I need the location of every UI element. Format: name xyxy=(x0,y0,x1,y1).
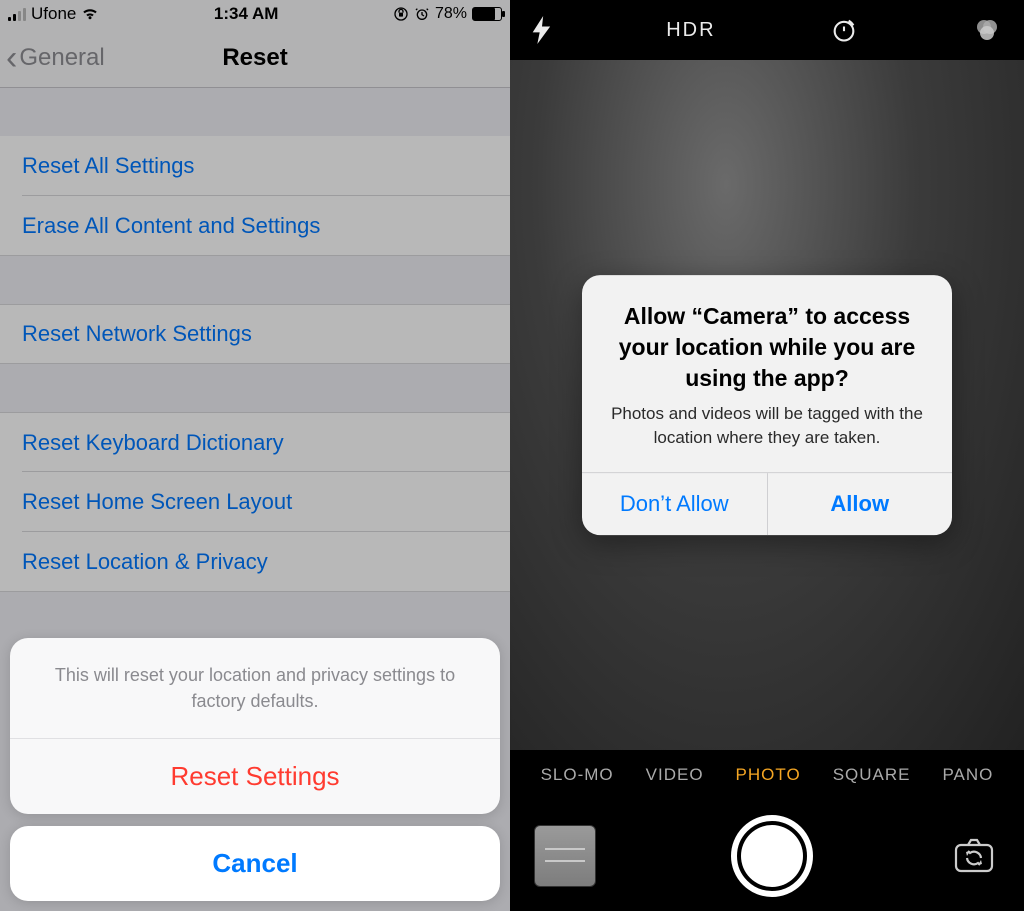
reset-settings-button[interactable]: Reset Settings xyxy=(10,739,500,814)
action-sheet-card: This will reset your location and privac… xyxy=(10,638,500,814)
timer-button[interactable] xyxy=(830,16,858,44)
allow-button[interactable]: Allow xyxy=(768,473,953,535)
signal-bars-icon xyxy=(8,7,26,21)
rotation-lock-icon xyxy=(393,6,409,22)
camera-pane: HDR Allow “Camera” to access your locati… xyxy=(510,0,1024,911)
mode-video[interactable]: VIDEO xyxy=(646,765,704,785)
camera-top-bar: HDR xyxy=(510,0,1024,60)
dont-allow-button[interactable]: Don’t Allow xyxy=(582,473,768,535)
camera-controls xyxy=(510,800,1024,911)
mode-slomo[interactable]: SLO-MO xyxy=(541,765,614,785)
status-time: 1:34 AM xyxy=(214,4,279,24)
camera-viewfinder[interactable]: Allow “Camera” to access your location w… xyxy=(510,60,1024,750)
hdr-button[interactable]: HDR xyxy=(666,19,715,42)
filters-button[interactable] xyxy=(972,15,1002,45)
shutter-button[interactable] xyxy=(731,815,813,897)
settings-reset-pane: Ufone 1:34 AM 78% ‹ General Reset Reset … xyxy=(0,0,510,911)
switch-camera-button[interactable] xyxy=(948,830,1000,882)
battery-pct-label: 78% xyxy=(435,5,467,23)
battery-icon xyxy=(472,7,502,21)
row-reset-all-settings[interactable]: Reset All Settings xyxy=(0,136,510,196)
cancel-button[interactable]: Cancel xyxy=(10,826,500,901)
status-bar: Ufone 1:34 AM 78% xyxy=(0,0,510,28)
nav-title: Reset xyxy=(0,44,510,72)
mode-pano[interactable]: PANO xyxy=(942,765,993,785)
row-reset-home-layout[interactable]: Reset Home Screen Layout xyxy=(0,472,510,532)
action-sheet: This will reset your location and privac… xyxy=(10,638,500,901)
mode-photo[interactable]: PHOTO xyxy=(736,765,801,785)
action-sheet-message: This will reset your location and privac… xyxy=(10,638,500,739)
camera-mode-selector[interactable]: SLO-MO VIDEO PHOTO SQUARE PANO xyxy=(510,750,1024,800)
last-photo-thumbnail[interactable] xyxy=(534,825,596,887)
alert-title: Allow “Camera” to access your location w… xyxy=(606,301,928,394)
row-reset-network[interactable]: Reset Network Settings xyxy=(0,304,510,364)
status-right: 78% xyxy=(393,5,502,23)
row-reset-location-privacy[interactable]: Reset Location & Privacy xyxy=(0,532,510,592)
carrier-label: Ufone xyxy=(31,4,76,24)
wifi-icon xyxy=(81,7,99,21)
alarm-icon xyxy=(414,6,430,22)
mode-square[interactable]: SQUARE xyxy=(833,765,911,785)
status-left: Ufone xyxy=(8,4,99,24)
nav-bar: ‹ General Reset xyxy=(0,28,510,88)
alert-subtitle: Photos and videos will be tagged with th… xyxy=(606,402,928,450)
row-reset-keyboard[interactable]: Reset Keyboard Dictionary xyxy=(0,412,510,472)
flash-button[interactable] xyxy=(532,16,552,44)
shutter-inner xyxy=(741,825,803,887)
row-erase-all-content[interactable]: Erase All Content and Settings xyxy=(0,196,510,256)
location-permission-alert: Allow “Camera” to access your location w… xyxy=(582,275,952,535)
